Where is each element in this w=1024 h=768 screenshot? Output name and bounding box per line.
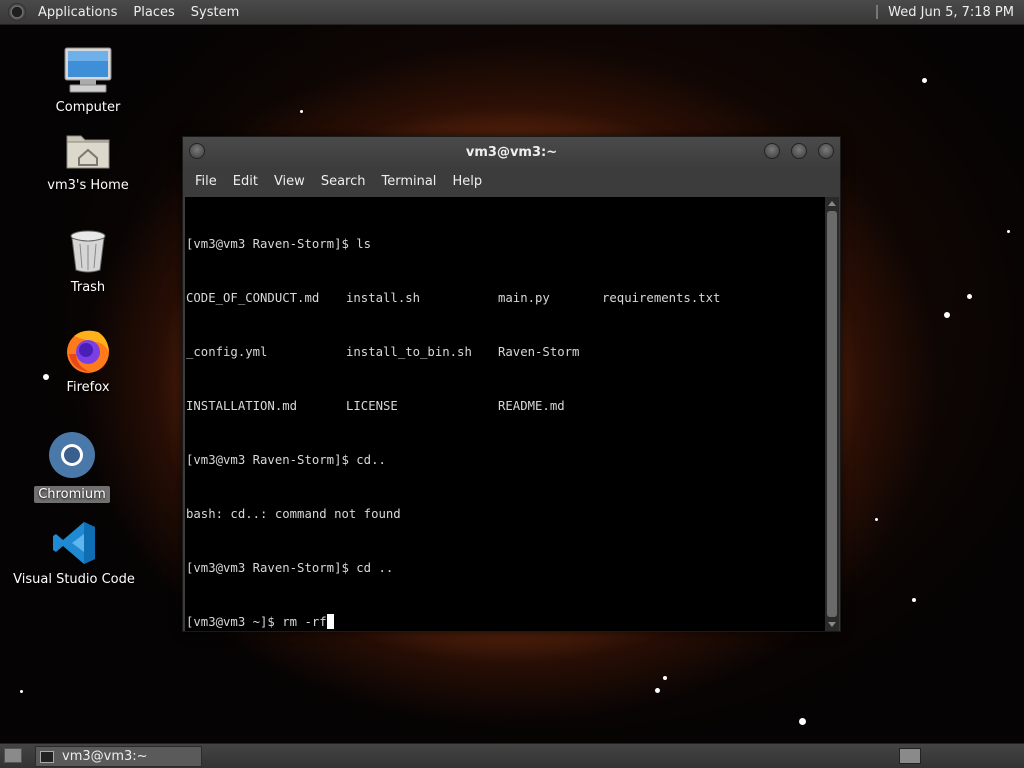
- desktop-icon-firefox[interactable]: Firefox: [28, 326, 148, 395]
- ls-output-row: INSTALLATION.md LICENSE README.md: [186, 397, 825, 415]
- ls-entry: LICENSE: [346, 399, 398, 413]
- ls-entry: CODE_OF_CONDUCT.md: [186, 291, 320, 305]
- text-cursor: [326, 614, 334, 629]
- star: [967, 294, 972, 299]
- applications-menu[interactable]: Applications: [30, 5, 125, 20]
- terminal-menubar: File Edit View Search Terminal Help: [183, 167, 840, 195]
- ls-entry: README.md: [498, 399, 565, 413]
- ls-entry: _config.yml: [186, 345, 268, 359]
- desktop-icon-chromium[interactable]: Chromium: [12, 430, 132, 503]
- ls-entry: Raven-Storm: [498, 345, 580, 359]
- desktop-icon-trash[interactable]: Trash: [28, 228, 148, 295]
- terminal-output[interactable]: [vm3@vm3 Raven-Storm]$ ls CODE_OF_CONDUC…: [185, 197, 825, 631]
- terminal-prompt-line: [vm3@vm3 ~]$ rm -rf: [186, 613, 825, 631]
- terminal-current-command: [vm3@vm3 ~]$ rm -rf: [186, 615, 327, 629]
- system-menu[interactable]: System: [183, 5, 247, 20]
- menu-search[interactable]: Search: [313, 174, 374, 189]
- clock[interactable]: Wed Jun 5, 7:18 PM: [888, 5, 1014, 20]
- main-menu-logo-icon[interactable]: [8, 3, 26, 21]
- top-panel: Applications Places System Wed Jun 5, 7:…: [0, 0, 1024, 25]
- star: [1007, 230, 1010, 233]
- star: [799, 718, 806, 725]
- menu-file[interactable]: File: [187, 174, 225, 189]
- terminal-line: [vm3@vm3 Raven-Storm]$ ls: [186, 237, 372, 251]
- panel-separator: [876, 5, 879, 19]
- firefox-icon: [67, 330, 109, 373]
- terminal-line: [vm3@vm3 Raven-Storm]$ cd..: [186, 453, 386, 467]
- bottom-panel: vm3@vm3:~: [0, 743, 1024, 768]
- star: [912, 598, 916, 602]
- terminal-line: bash: cd..: command not found: [186, 507, 401, 521]
- ls-entry: main.py: [498, 291, 550, 305]
- menu-view[interactable]: View: [266, 174, 313, 189]
- places-menu[interactable]: Places: [125, 5, 182, 20]
- terminal-scrollbar[interactable]: [825, 197, 839, 631]
- desktop-icon-label: Visual Studio Code: [13, 572, 135, 587]
- taskbar-window-label: vm3@vm3:~: [62, 749, 148, 764]
- star: [922, 78, 927, 83]
- star: [300, 110, 303, 113]
- desktop-icon-vscode[interactable]: Visual Studio Code: [13, 520, 135, 587]
- menu-terminal[interactable]: Terminal: [373, 174, 444, 189]
- home-folder-icon: [66, 135, 110, 169]
- ls-entry: requirements.txt: [602, 291, 721, 305]
- trash-icon: [70, 230, 106, 273]
- menu-help[interactable]: Help: [444, 174, 490, 189]
- vscode-icon: [53, 522, 95, 564]
- star: [20, 690, 23, 693]
- clock-area: Wed Jun 5, 7:18 PM: [876, 5, 1024, 20]
- star: [663, 676, 667, 680]
- terminal-line: [vm3@vm3 Raven-Storm]$ cd ..: [186, 561, 394, 575]
- desktop-icon-label: Chromium: [34, 486, 110, 503]
- scroll-thumb[interactable]: [827, 211, 837, 617]
- desktop-icon-home[interactable]: vm3's Home: [28, 128, 148, 193]
- desktop-icon-label: Firefox: [66, 380, 110, 395]
- desktop-icon-label: vm3's Home: [47, 178, 129, 193]
- desktop-icon-label: Computer: [55, 100, 121, 115]
- menu-edit[interactable]: Edit: [225, 174, 266, 189]
- scroll-down-arrow-icon[interactable]: [828, 622, 836, 627]
- show-desktop-icon[interactable]: [4, 748, 22, 763]
- ls-entry: install_to_bin.sh: [346, 345, 472, 359]
- maximize-button[interactable]: [791, 143, 807, 159]
- desktop-icon-label: Trash: [70, 280, 106, 295]
- ls-entry: install.sh: [346, 291, 421, 305]
- window-title: vm3@vm3:~: [465, 144, 558, 160]
- taskbar-window-button[interactable]: vm3@vm3:~: [35, 746, 202, 767]
- window-titlebar[interactable]: vm3@vm3:~: [183, 137, 840, 167]
- desktop-icon-computer[interactable]: Computer: [28, 46, 148, 115]
- terminal-window[interactable]: vm3@vm3:~ File Edit View Search Terminal…: [182, 136, 841, 632]
- star: [875, 518, 878, 521]
- ls-output-row: CODE_OF_CONDUCT.md install.sh main.py re…: [186, 289, 825, 307]
- star: [944, 312, 950, 318]
- chromium-icon: [49, 432, 95, 478]
- star: [655, 688, 660, 693]
- terminal-icon: [40, 750, 54, 763]
- workspace-switcher[interactable]: [899, 748, 921, 764]
- ls-entry: INSTALLATION.md: [186, 399, 298, 413]
- ls-output-row: _config.yml install_to_bin.sh Raven-Stor…: [186, 343, 825, 361]
- close-button[interactable]: [818, 143, 834, 159]
- minimize-button[interactable]: [764, 143, 780, 159]
- scroll-up-arrow-icon[interactable]: [828, 201, 836, 206]
- window-menu-button[interactable]: [189, 143, 205, 159]
- computer-icon: [64, 47, 112, 93]
